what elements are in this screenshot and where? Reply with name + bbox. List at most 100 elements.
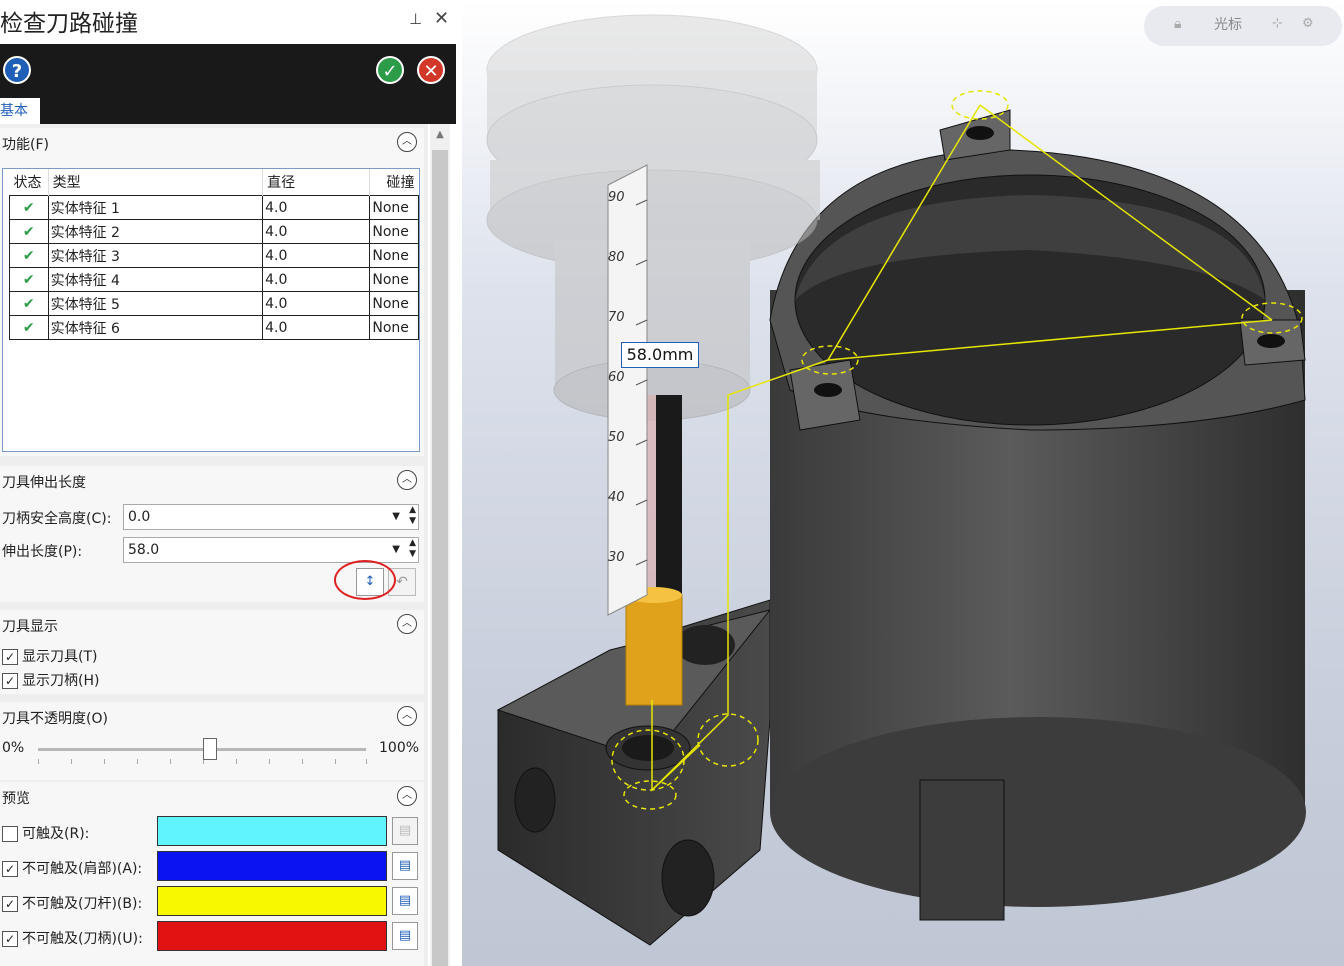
- section-tool-display: 刀具显示 ︿ ✓ 显示刀具(T) ✓ 显示刀柄(H): [0, 610, 424, 694]
- panel-title-bar: 检查刀路碰撞 ⊥ ✕: [0, 0, 456, 44]
- 3d-viewport[interactable]: 🔒︎ 光标 ⊹ ⚙: [462, 0, 1344, 966]
- unreachable-shoulder-checkbox[interactable]: ✓ 不可触及(肩部)(A):: [2, 858, 142, 878]
- holder-clearance-value: 0.0: [128, 509, 151, 525]
- color-picker-icon[interactable]: ▤: [392, 922, 418, 950]
- status-check-icon: ✔: [9, 219, 49, 244]
- help-icon[interactable]: ?: [3, 56, 31, 84]
- holder-clearance-input[interactable]: 0.0 ▼ ▲ ▼: [123, 504, 419, 530]
- color-picker-icon[interactable]: ▤: [392, 817, 418, 845]
- feature-type-cell: 实体特征 2: [47, 219, 264, 244]
- column-type[interactable]: 类型: [48, 169, 264, 196]
- tab-basic[interactable]: 基本: [0, 98, 40, 124]
- table-row[interactable]: ✔ 实体特征 6 4.0 None: [9, 315, 419, 340]
- checkbox-icon[interactable]: [2, 826, 18, 842]
- feature-diameter-cell: 4.0: [262, 195, 371, 220]
- panel-title: 检查刀路碰撞: [0, 11, 138, 37]
- show-tool-checkbox[interactable]: ✓ 显示刀具(T): [2, 646, 97, 666]
- unreachable-shoulder-label: 不可触及(肩部)(A):: [22, 861, 143, 877]
- axis-icon[interactable]: ⊹: [1272, 16, 1283, 31]
- ruler-tick-label: 90: [608, 190, 625, 205]
- close-icon[interactable]: ✕: [434, 8, 449, 29]
- scroll-up-arrow-icon[interactable]: ▲: [430, 124, 450, 146]
- show-holder-checkbox[interactable]: ✓ 显示刀柄(H): [2, 670, 99, 690]
- feature-table: 状态 类型 直径 碰撞 ✔ 实体特征 1 4.0 None ✔ 实体特征 2 4…: [2, 168, 420, 452]
- checkbox-icon[interactable]: ✓: [2, 896, 18, 912]
- dropdown-arrow-icon[interactable]: ▼: [392, 505, 400, 529]
- viewport-toolbar: 🔒︎ 光标 ⊹ ⚙: [1144, 6, 1342, 46]
- status-check-icon: ✔: [9, 195, 49, 220]
- status-check-icon: ✔: [9, 315, 49, 340]
- dropdown-arrow-icon[interactable]: ▼: [392, 538, 400, 562]
- stickout-length-label: 伸出长度(P):: [2, 544, 83, 560]
- scroll-thumb[interactable]: [432, 150, 448, 966]
- feature-type-cell: 实体特征 4: [47, 267, 264, 292]
- ruler-tick-label: 50: [608, 430, 625, 445]
- checkbox-icon[interactable]: ✓: [2, 861, 18, 877]
- column-diameter[interactable]: 直径: [262, 169, 371, 196]
- spinner-icon[interactable]: ▲ ▼: [409, 538, 416, 560]
- unreachable-holder-label: 不可触及(刀柄)(U):: [22, 931, 143, 947]
- slider-tick: [170, 759, 171, 764]
- feature-diameter-cell: 4.0: [262, 315, 371, 340]
- unreachable-shank-color-swatch[interactable]: [157, 886, 387, 916]
- table-row[interactable]: ✔ 实体特征 2 4.0 None: [9, 219, 419, 244]
- slider-tick: [38, 759, 39, 764]
- table-row[interactable]: ✔ 实体特征 5 4.0 None: [9, 291, 419, 316]
- spinner-icon[interactable]: ▲ ▼: [409, 505, 416, 527]
- slider-tick: [269, 759, 270, 764]
- collapse-preview-icon[interactable]: ︿: [397, 786, 417, 806]
- ruler-tick-label: 30: [608, 550, 625, 565]
- section-preview: 预览 ︿ 可触及(R): ▤ ✓ 不可触及(肩部)(A): ▤ ✓ 不可触及(刀杆)…: [0, 782, 424, 966]
- table-row[interactable]: ✔ 实体特征 4 4.0 None: [9, 267, 419, 292]
- color-picker-icon[interactable]: ▤: [392, 887, 418, 915]
- ruler-tick-label: 60: [608, 370, 625, 385]
- checkbox-icon[interactable]: ✓: [2, 673, 18, 689]
- panel-scrollbar[interactable]: ▲: [430, 124, 450, 966]
- opacity-slider-thumb[interactable]: [202, 738, 217, 760]
- unreachable-holder-color-swatch[interactable]: [157, 921, 387, 951]
- cancel-icon[interactable]: ✕: [417, 56, 445, 84]
- feature-type-cell: 实体特征 3: [47, 243, 264, 268]
- collision-check-panel: 检查刀路碰撞 ⊥ ✕ ? ✓ ✕ 基本 ▲ 功能(F) ︿ 状态 类型 直径 碰…: [0, 0, 456, 966]
- unreachable-holder-checkbox[interactable]: ✓ 不可触及(刀柄)(U):: [2, 928, 143, 948]
- collapse-function-icon[interactable]: ︿: [397, 132, 417, 152]
- slider-tick: [137, 759, 138, 764]
- holder-clearance-label: 刀柄安全高度(C):: [2, 511, 112, 527]
- collapse-opacity-icon[interactable]: ︿: [397, 706, 417, 726]
- snap-icon[interactable]: ⚙: [1302, 16, 1314, 31]
- checkbox-icon[interactable]: ✓: [2, 931, 18, 947]
- model-scene: [486, 14, 1306, 946]
- checkbox-icon[interactable]: ✓: [2, 649, 18, 665]
- reachable-color-swatch[interactable]: [157, 816, 387, 846]
- lock-icon[interactable]: 🔒︎: [1174, 16, 1181, 32]
- stickout-length-input[interactable]: 58.0 ▼ ▲ ▼: [123, 537, 419, 563]
- feature-diameter-cell: 4.0: [262, 267, 371, 292]
- section-stickout-title: 刀具伸出长度: [2, 475, 86, 491]
- table-row[interactable]: ✔ 实体特征 3 4.0 None: [9, 243, 419, 268]
- unreachable-shank-checkbox[interactable]: ✓ 不可触及(刀杆)(B):: [2, 893, 142, 913]
- status-check-icon: ✔: [9, 267, 49, 292]
- section-tool-stickout: 刀具伸出长度 ︿ 刀柄安全高度(C): 0.0 ▼ ▲ ▼ 伸出长度(P): 58…: [0, 466, 424, 602]
- slider-tick: [71, 759, 72, 764]
- column-status[interactable]: 状态: [9, 169, 49, 196]
- feature-type-cell: 实体特征 5: [47, 291, 264, 316]
- feature-type-cell: 实体特征 6: [47, 315, 264, 340]
- stickout-measure-label: 58.0mm: [621, 342, 699, 368]
- column-collision[interactable]: 碰撞: [369, 169, 419, 196]
- ruler-tick-label: 40: [608, 490, 625, 505]
- status-check-icon: ✔: [9, 243, 49, 268]
- highlight-ring: [334, 560, 396, 600]
- table-row[interactable]: ✔ 实体特征 1 4.0 None: [9, 195, 419, 220]
- cursor-mode-label[interactable]: 光标: [1214, 14, 1242, 34]
- section-tool-opacity: 刀具不透明度(O) ︿ 0% 100%: [0, 702, 424, 780]
- pin-icon[interactable]: ⊥: [409, 10, 422, 28]
- ok-icon[interactable]: ✓: [376, 56, 404, 84]
- collapse-display-icon[interactable]: ︿: [397, 614, 417, 634]
- reachable-checkbox[interactable]: 可触及(R):: [2, 823, 89, 843]
- ruler-tick-label: 80: [608, 250, 625, 265]
- slider-tick: [366, 759, 367, 764]
- unreachable-shoulder-color-swatch[interactable]: [157, 851, 387, 881]
- collapse-stickout-icon[interactable]: ︿: [397, 470, 417, 490]
- slider-tick: [236, 759, 237, 764]
- color-picker-icon[interactable]: ▤: [392, 852, 418, 880]
